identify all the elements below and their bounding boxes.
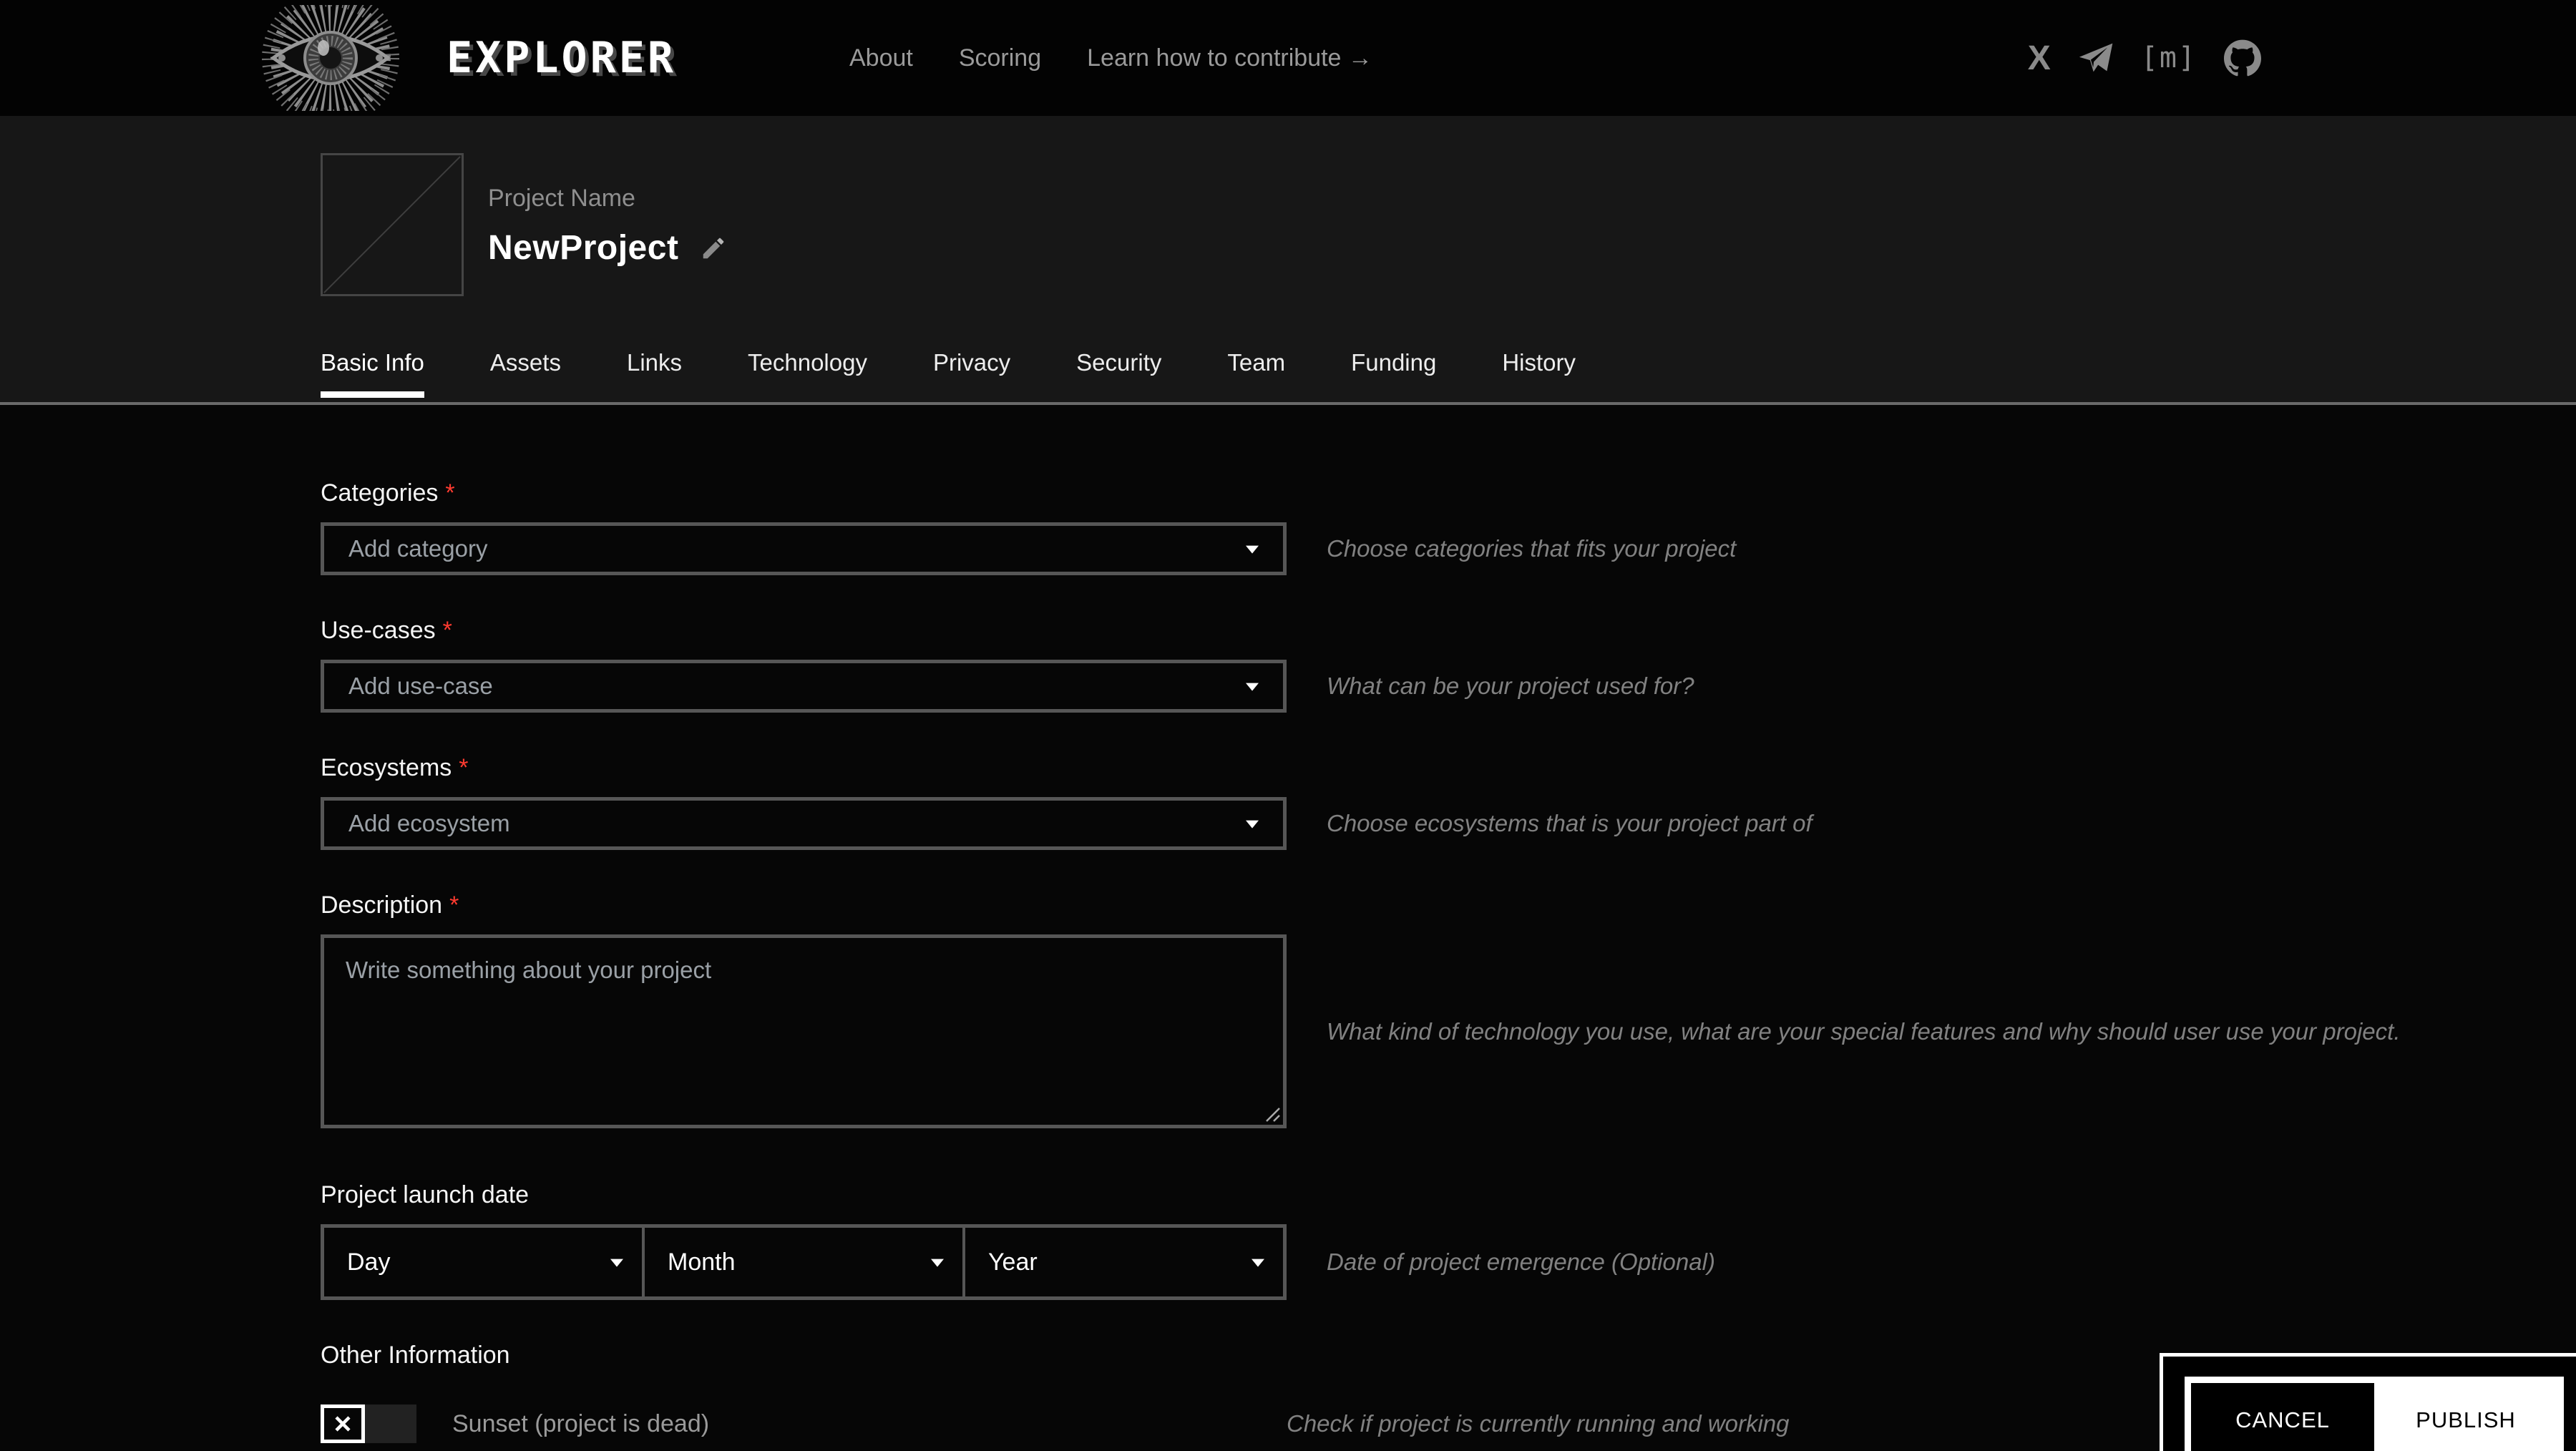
eye-logo-icon[interactable]	[255, 5, 406, 111]
github-icon[interactable]	[2224, 36, 2261, 79]
tab-history[interactable]: History	[1502, 349, 1576, 398]
project-name: NewProject	[488, 229, 679, 267]
chevron-down-icon	[1246, 820, 1259, 829]
toggle-x-icon	[321, 1404, 365, 1443]
month-value: Month	[668, 1248, 736, 1276]
launch-date-group: Day Month Year	[321, 1224, 1287, 1300]
publish-button-group: CANCEL PUBLISH	[2185, 1377, 2564, 1451]
description-helper: What kind of technology you use, what ar…	[1327, 1017, 2401, 1045]
usecases-helper: What can be your project used for?	[1327, 673, 1694, 699]
month-select[interactable]: Month	[645, 1228, 965, 1296]
usecases-select[interactable]: Add use-case	[321, 660, 1287, 713]
sunset-label: Sunset (project is dead)	[452, 1410, 710, 1437]
categories-select[interactable]: Add category	[321, 522, 1287, 575]
project-tabs: Basic Info Assets Links Technology Priva…	[321, 349, 2576, 398]
launch-date-label: Project launch date	[321, 1181, 530, 1208]
categories-helper: Choose categories that fits your project	[1327, 535, 1737, 562]
description-textarea-wrap	[321, 934, 1287, 1128]
day-select[interactable]: Day	[324, 1228, 645, 1296]
tab-technology[interactable]: Technology	[748, 349, 867, 398]
tab-security[interactable]: Security	[1076, 349, 1161, 398]
tab-links[interactable]: Links	[627, 349, 682, 398]
publish-action-bar: CANCEL PUBLISH	[2160, 1353, 2576, 1451]
ecosystems-placeholder: Add ecosystem	[348, 810, 510, 836]
resize-handle-icon[interactable]	[1262, 1104, 1281, 1123]
chevron-down-icon	[1252, 1259, 1264, 1267]
usecases-placeholder: Add use-case	[348, 673, 493, 699]
project-avatar-placeholder[interactable]	[321, 153, 464, 296]
tab-privacy[interactable]: Privacy	[933, 349, 1010, 398]
year-value: Year	[988, 1248, 1038, 1276]
social-links: X [m]	[2028, 36, 2261, 79]
usecases-row: Use-cases * Add use-case What can be your…	[321, 617, 2576, 713]
telegram-icon[interactable]	[2078, 36, 2114, 79]
matrix-icon[interactable]: [m]	[2141, 36, 2197, 79]
brand-wordmark[interactable]: EXPLORER	[447, 33, 676, 83]
ecosystems-label: Ecosystems *	[321, 754, 469, 781]
toggle-track	[365, 1404, 416, 1443]
categories-label: Categories *	[321, 479, 455, 507]
edit-pencil-icon[interactable]	[700, 235, 727, 262]
year-select[interactable]: Year	[965, 1228, 1283, 1296]
project-header-section: Project Name NewProject Basic Info Asset…	[0, 116, 2576, 405]
nav-contribute[interactable]: Learn how to contribute →	[1087, 44, 1372, 72]
tab-funding[interactable]: Funding	[1351, 349, 1436, 398]
ecosystems-row: Ecosystems * Add ecosystem Choose ecosyst…	[321, 754, 2576, 850]
nav-about[interactable]: About	[849, 44, 913, 72]
nav-scoring[interactable]: Scoring	[959, 44, 1041, 72]
launch-date-helper: Date of project emergence (Optional)	[1327, 1249, 1715, 1275]
ecosystems-select[interactable]: Add ecosystem	[321, 797, 1287, 850]
tab-assets[interactable]: Assets	[490, 349, 561, 398]
chevron-down-icon	[931, 1259, 944, 1267]
usecases-label: Use-cases *	[321, 617, 452, 644]
day-value: Day	[347, 1248, 391, 1276]
main-nav: About Scoring Learn how to contribute →	[849, 44, 1372, 72]
description-textarea[interactable]	[324, 938, 1283, 1125]
categories-placeholder: Add category	[348, 535, 488, 562]
ecosystems-helper: Choose ecosystems that is your project p…	[1327, 810, 1813, 836]
required-asterisk: *	[449, 891, 459, 919]
tab-team[interactable]: Team	[1227, 349, 1285, 398]
publish-button[interactable]: PUBLISH	[2374, 1383, 2557, 1451]
required-asterisk: *	[459, 754, 469, 781]
sunset-toggle[interactable]	[321, 1404, 416, 1443]
top-navbar: EXPLORER About Scoring Learn how to cont…	[0, 0, 2576, 116]
chevron-down-icon	[610, 1259, 623, 1267]
x-twitter-icon[interactable]: X	[2028, 36, 2051, 79]
categories-row: Categories * Add category Choose categori…	[321, 479, 2576, 575]
description-label: Description *	[321, 891, 459, 919]
required-asterisk: *	[442, 617, 452, 644]
tab-basic-info[interactable]: Basic Info	[321, 349, 424, 398]
chevron-down-icon	[1246, 545, 1259, 554]
sunset-helper: Check if project is currently running an…	[1287, 1410, 1790, 1437]
basic-info-form: Categories * Add category Choose categori…	[0, 405, 2576, 1443]
project-name-label: Project Name	[488, 185, 635, 212]
required-asterisk: *	[445, 479, 455, 507]
chevron-down-icon	[1246, 683, 1259, 691]
launch-date-row: Project launch date Day Month Year Date …	[321, 1181, 2576, 1300]
cancel-button[interactable]: CANCEL	[2191, 1383, 2374, 1451]
description-row: Description* What kind of technology you…	[321, 891, 2576, 1128]
